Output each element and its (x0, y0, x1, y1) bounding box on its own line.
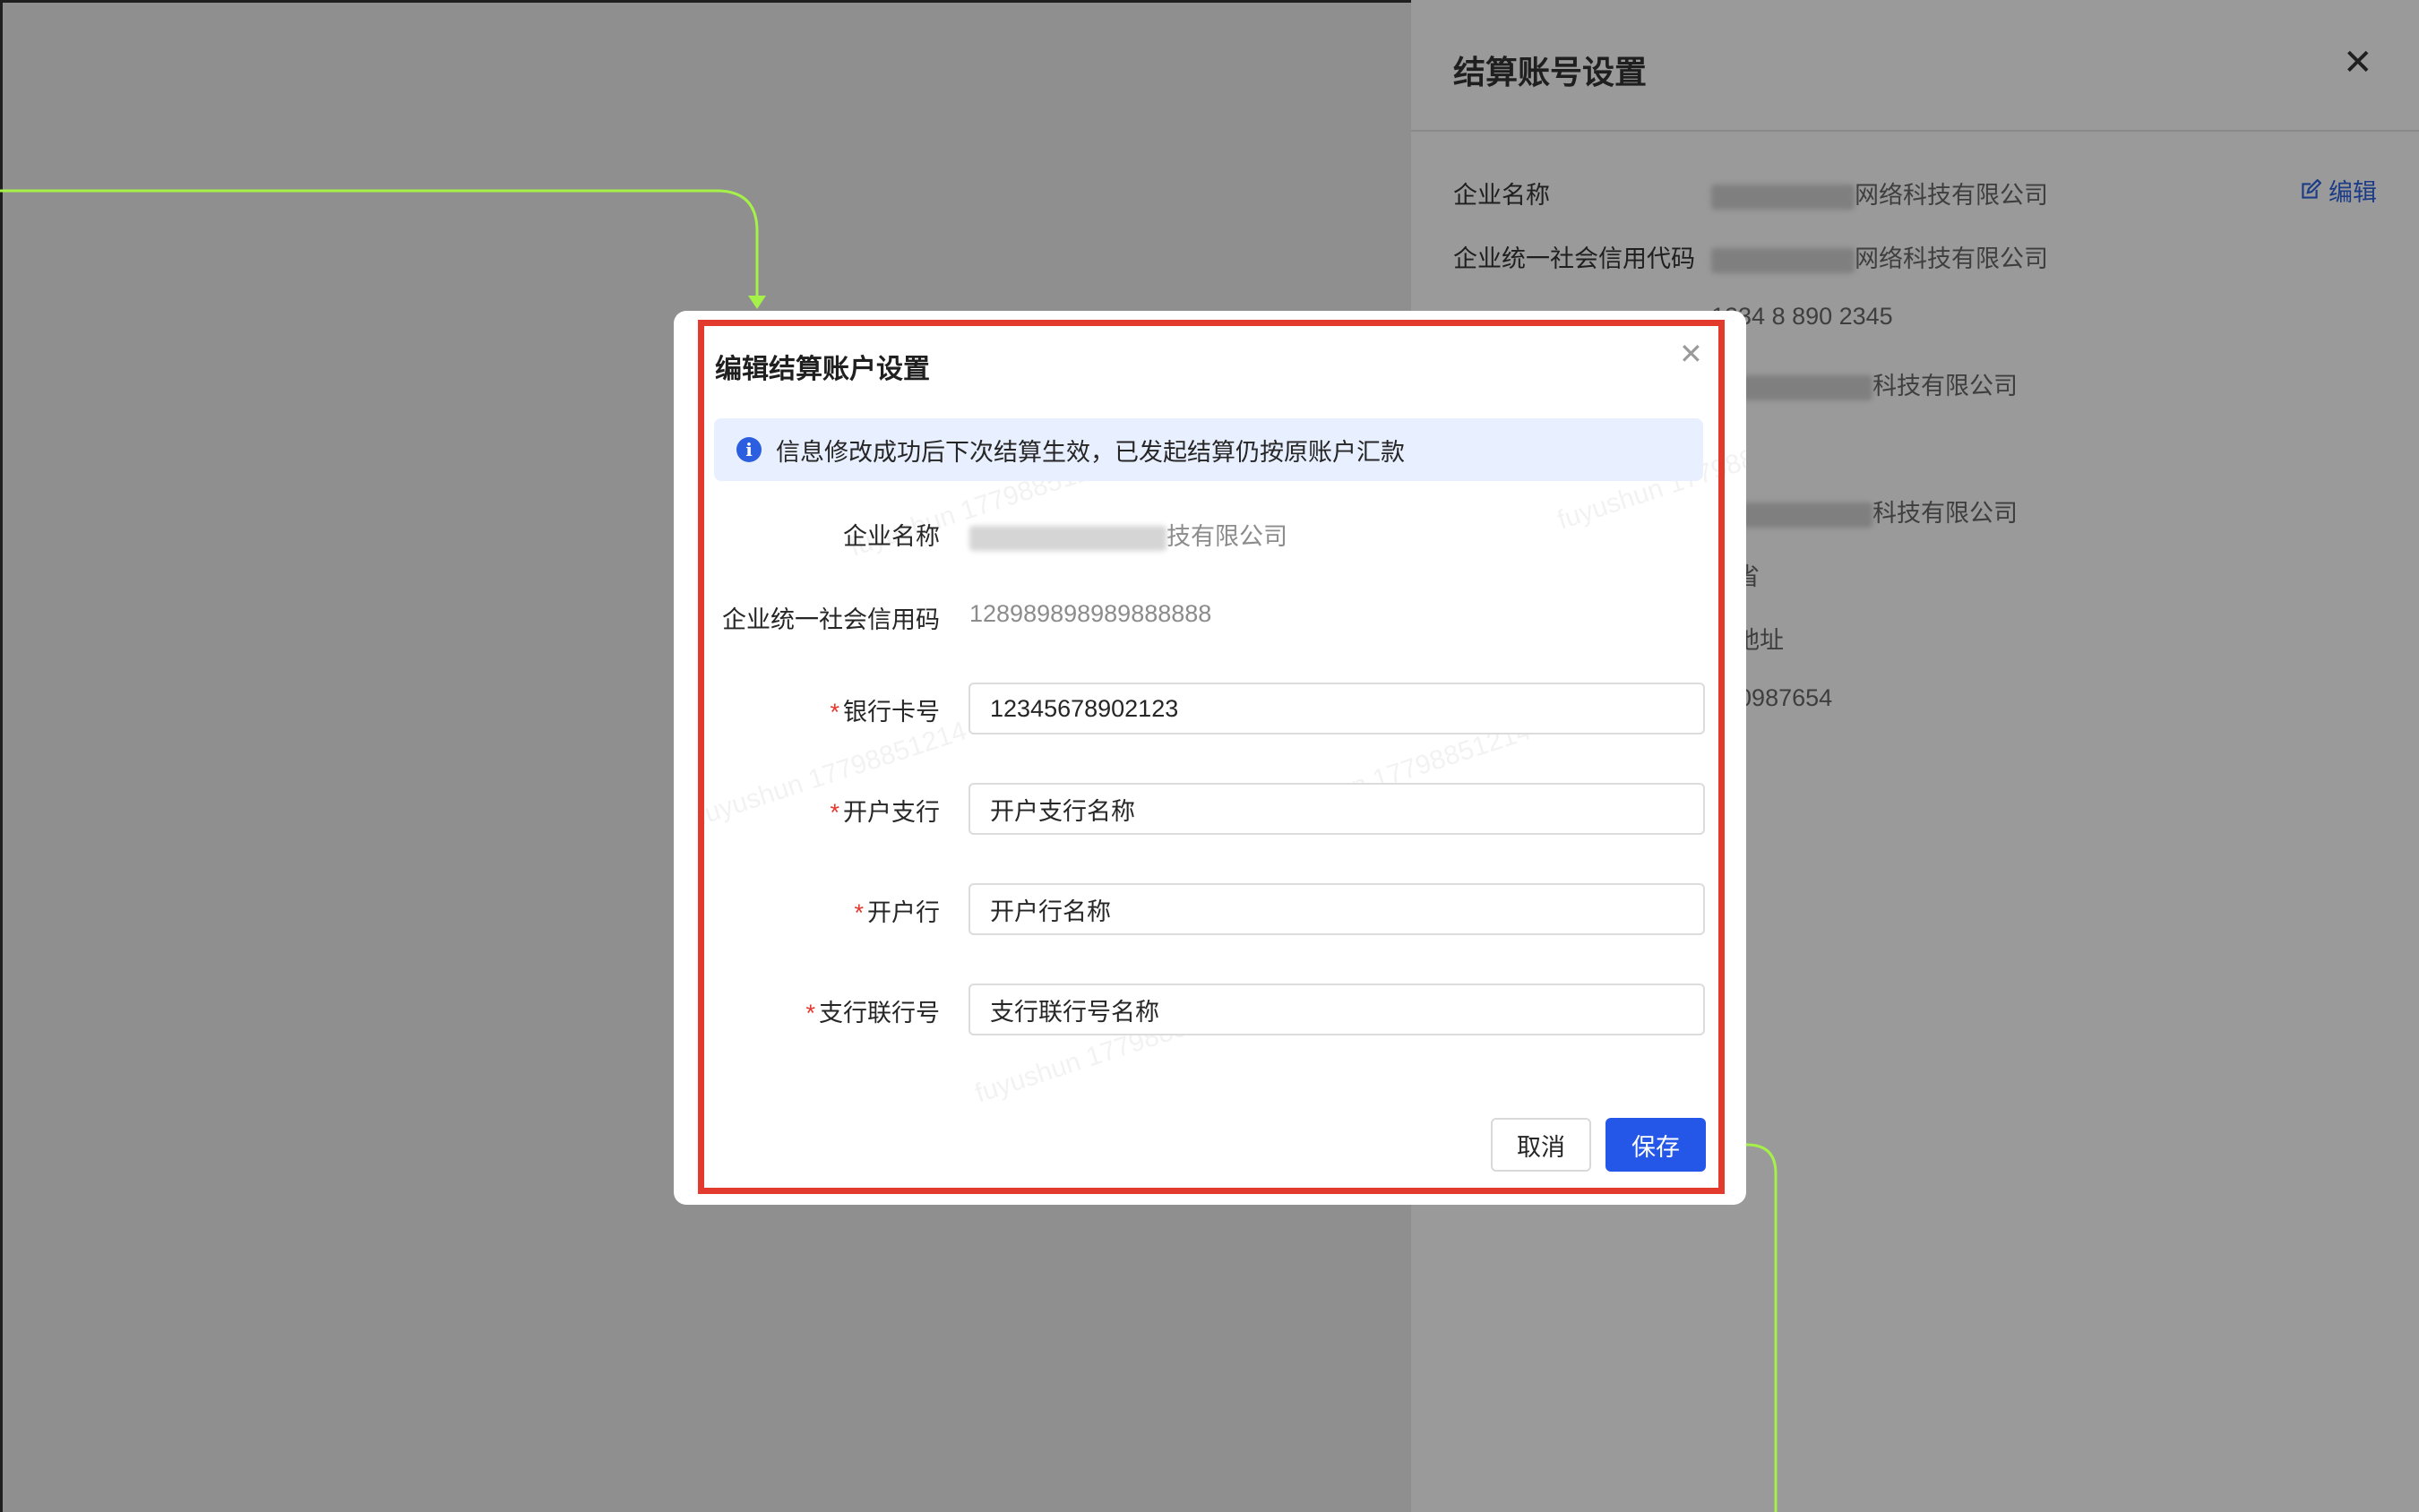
annotation-arrowhead (748, 296, 766, 309)
required-mark: * (830, 799, 839, 826)
company-name-value: 技有限公司 (969, 517, 1287, 552)
edit-settlement-modal: fuyushun 17798851214 fuyushun 1779885121… (674, 311, 1746, 1205)
required-mark: * (805, 1000, 815, 1027)
bank-label: * 开户行 (854, 899, 940, 926)
branch-label: * 开户支行 (830, 799, 940, 826)
modal-title: 编辑结算账户设置 (715, 355, 930, 384)
company-name-label: 企业名称 (843, 523, 940, 550)
required-mark: * (830, 699, 839, 726)
bank-card-label: * 银行卡号 (830, 699, 940, 726)
modal-close-icon[interactable]: ✕ (1679, 339, 1703, 368)
info-alert: i 信息修改成功后下次结算生效，已发起结算仍按原账户汇款 (714, 418, 1703, 481)
branch-code-label: * 支行联行号 (805, 1000, 940, 1027)
credit-code-value: 128989898989888888 (969, 600, 1212, 627)
bank-card-input[interactable]: 12345678902123 (968, 683, 1705, 735)
branch-input[interactable]: 开户支行名称 (968, 783, 1705, 835)
info-icon: i (736, 437, 762, 462)
cancel-button[interactable]: 取消 (1491, 1118, 1591, 1172)
save-button[interactable]: 保存 (1605, 1118, 1706, 1172)
credit-code-label: 企业统一社会信用码 (722, 606, 940, 633)
bank-input[interactable]: 开户行名称 (968, 883, 1705, 935)
branch-code-input[interactable]: 支行联行号名称 (968, 984, 1705, 1035)
alert-text: 信息修改成功后下次结算生效，已发起结算仍按原账户汇款 (776, 438, 1405, 466)
required-mark: * (854, 899, 864, 926)
annotation-line-top (0, 189, 759, 300)
redacted-text (969, 525, 1166, 551)
